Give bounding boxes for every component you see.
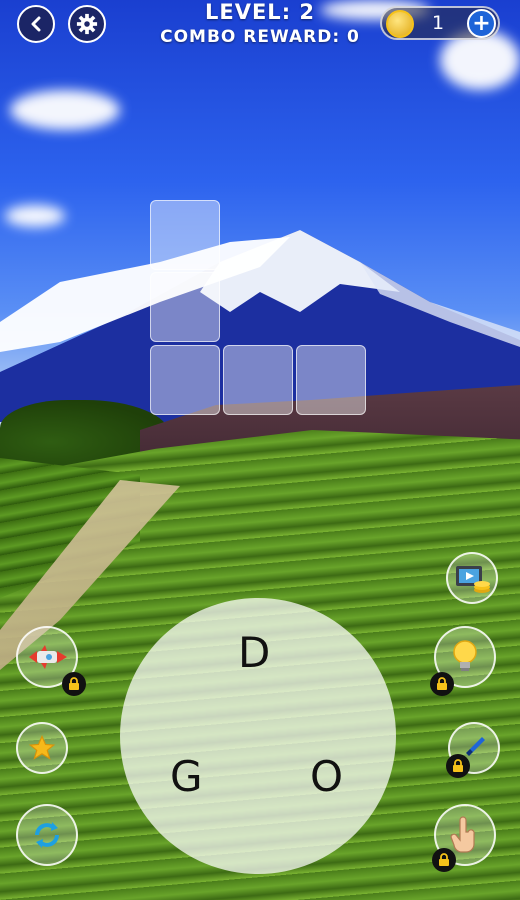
wheel-letter[interactable]: G [170, 752, 203, 801]
star-icon [28, 734, 56, 760]
lock-icon [430, 672, 454, 696]
grid-cell [150, 200, 220, 270]
letter-wheel[interactable]: D G O [120, 598, 396, 874]
hint-button[interactable] [430, 626, 496, 696]
grid-cell [150, 272, 220, 342]
lock-icon [446, 754, 470, 778]
lightbulb-icon [453, 640, 477, 671]
video-reward-button[interactable] [446, 552, 498, 604]
wheel-letter[interactable]: O [310, 752, 343, 801]
coin-count: 1 [432, 12, 445, 34]
shuffle-button[interactable] [16, 804, 78, 866]
rocket-icon [29, 645, 67, 669]
add-coins-button[interactable]: + [467, 9, 496, 38]
video-coins-icon [456, 566, 490, 593]
lock-icon [62, 672, 86, 696]
finger-button[interactable] [432, 804, 496, 872]
shuffle-icon [35, 822, 59, 848]
coin-icon [386, 10, 414, 38]
pointing-hand-icon [450, 816, 475, 853]
rocket-button[interactable] [16, 626, 86, 696]
wheel-letter[interactable]: D [238, 628, 270, 677]
brush-button[interactable] [446, 722, 500, 778]
grid-cell [223, 345, 293, 415]
coin-counter: 1 + [380, 6, 500, 40]
star-button[interactable] [16, 722, 68, 774]
grid-cell [150, 345, 220, 415]
grid-cell [296, 345, 366, 415]
cloud [10, 90, 120, 130]
lock-icon [432, 848, 456, 872]
